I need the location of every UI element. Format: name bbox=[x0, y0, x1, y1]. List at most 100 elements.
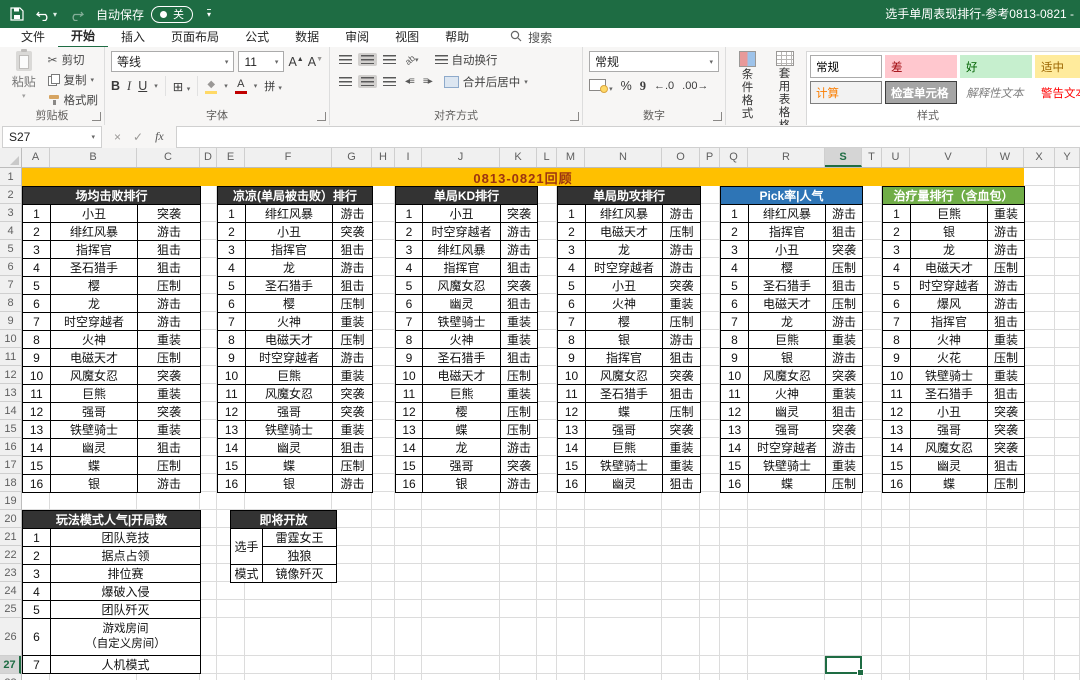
increase-decimal-button[interactable]: ←.0 bbox=[654, 80, 674, 92]
player-cell[interactable]: 小丑 bbox=[910, 402, 988, 421]
class-cell[interactable]: 突袭 bbox=[499, 276, 539, 295]
column-header-H[interactable]: H bbox=[372, 148, 395, 167]
player-cell[interactable]: 指挥官 bbox=[748, 222, 826, 241]
column-header-C[interactable]: C bbox=[137, 148, 200, 167]
player-cell[interactable]: 银 bbox=[748, 348, 826, 367]
rank-cell[interactable]: 15 bbox=[557, 456, 586, 475]
rank-cell[interactable]: 10 bbox=[557, 366, 586, 385]
class-cell[interactable]: 压制 bbox=[986, 348, 1026, 367]
menu-tab-6[interactable]: 审阅 bbox=[332, 28, 382, 47]
column-header-M[interactable]: M bbox=[557, 148, 585, 167]
player-cell[interactable]: 风魔女忍 bbox=[748, 366, 826, 385]
class-cell[interactable]: 游击 bbox=[331, 258, 374, 277]
format-painter-button[interactable]: 格式刷 bbox=[48, 91, 98, 108]
rank-cell[interactable]: 11 bbox=[557, 384, 586, 403]
align-top-button[interactable] bbox=[336, 53, 355, 66]
cells-area[interactable]: 0813-0821回顾 场均击败排行 1 小丑 突袭 2 绯红风暴 游击 3 指挥官 狙击 4 圣石猎手… bbox=[22, 168, 1080, 680]
row-header-28[interactable]: 28 bbox=[0, 674, 21, 680]
class-cell[interactable]: 游击 bbox=[499, 222, 539, 241]
player-cell[interactable]: 幽灵 bbox=[585, 474, 663, 493]
row-header-2[interactable]: 2 bbox=[0, 186, 21, 204]
class-cell[interactable]: 压制 bbox=[986, 474, 1026, 493]
row-header-26[interactable]: 26 bbox=[0, 618, 21, 656]
italic-button[interactable]: I bbox=[127, 79, 131, 94]
class-cell[interactable]: 压制 bbox=[824, 294, 864, 313]
player-cell[interactable]: 火神 bbox=[585, 294, 663, 313]
upcoming-value-cell[interactable]: 独狼 bbox=[261, 546, 338, 565]
player-cell[interactable]: 电磁天才 bbox=[422, 366, 501, 385]
player-cell[interactable]: 时空穿越者 bbox=[910, 276, 988, 295]
row-header-21[interactable]: 21 bbox=[0, 528, 21, 546]
copy-button[interactable]: 复制 ▾ bbox=[47, 71, 99, 88]
class-cell[interactable]: 狙击 bbox=[824, 222, 864, 241]
row-header-3[interactable]: 3 bbox=[0, 204, 21, 222]
upcoming-value-cell[interactable]: 镜像歼灭 bbox=[261, 564, 338, 583]
font-color-button[interactable]: A bbox=[234, 78, 247, 94]
player-cell[interactable]: 火神 bbox=[245, 312, 333, 331]
class-cell[interactable]: 游击 bbox=[331, 204, 374, 223]
class-cell[interactable]: 狙击 bbox=[136, 240, 202, 259]
column-header-R[interactable]: R bbox=[748, 148, 825, 167]
player-cell[interactable]: 小丑 bbox=[245, 222, 333, 241]
search-box[interactable]: 搜索 bbox=[510, 29, 552, 46]
decrease-decimal-button[interactable]: .00→ bbox=[682, 80, 708, 92]
borders-button[interactable]: ⊞ ▾ bbox=[173, 79, 190, 94]
column-header-T[interactable]: T bbox=[862, 148, 882, 167]
rank-cell[interactable]: 6 bbox=[882, 294, 911, 313]
player-cell[interactable]: 指挥官 bbox=[585, 348, 663, 367]
player-cell[interactable]: 蝶 bbox=[910, 474, 988, 493]
column-header-E[interactable]: E bbox=[217, 148, 245, 167]
rank-cell[interactable]: 9 bbox=[882, 348, 911, 367]
rank-cell[interactable]: 4 bbox=[217, 258, 246, 277]
player-cell[interactable]: 强哥 bbox=[748, 420, 826, 439]
rank-cell[interactable]: 14 bbox=[882, 438, 911, 457]
player-cell[interactable]: 电磁天才 bbox=[50, 348, 138, 367]
class-cell[interactable]: 突袭 bbox=[499, 204, 539, 223]
class-cell[interactable]: 重装 bbox=[331, 312, 374, 331]
class-cell[interactable]: 压制 bbox=[661, 312, 702, 331]
player-cell[interactable]: 指挥官 bbox=[422, 258, 501, 277]
class-cell[interactable]: 游击 bbox=[661, 258, 702, 277]
class-cell[interactable]: 压制 bbox=[331, 294, 374, 313]
player-cell[interactable]: 强哥 bbox=[910, 420, 988, 439]
class-cell[interactable]: 突袭 bbox=[824, 366, 864, 385]
merge-center-button[interactable]: 合并后居中 ▾ bbox=[443, 73, 528, 90]
player-cell[interactable]: 强哥 bbox=[422, 456, 501, 475]
column-header-F[interactable]: F bbox=[245, 148, 332, 167]
class-cell[interactable]: 重装 bbox=[824, 330, 864, 349]
player-cell[interactable]: 铁壁骑士 bbox=[50, 420, 138, 439]
player-cell[interactable]: 指挥官 bbox=[245, 240, 333, 259]
align-left-button[interactable] bbox=[336, 75, 355, 88]
rank-cell[interactable]: 1 bbox=[22, 204, 51, 223]
row-header-12[interactable]: 12 bbox=[0, 366, 21, 384]
style-cell[interactable]: 好 bbox=[960, 55, 1033, 78]
formula-input[interactable] bbox=[175, 125, 1080, 148]
class-cell[interactable]: 游击 bbox=[331, 348, 374, 367]
player-cell[interactable]: 蝶 bbox=[585, 402, 663, 421]
rank-cell[interactable]: 5 bbox=[720, 276, 749, 295]
row-header-20[interactable]: 20 bbox=[0, 510, 21, 528]
player-cell[interactable]: 火神 bbox=[422, 330, 501, 349]
rank-cell[interactable]: 3 bbox=[557, 240, 586, 259]
class-cell[interactable]: 压制 bbox=[661, 222, 702, 241]
class-cell[interactable]: 游击 bbox=[499, 474, 539, 493]
player-cell[interactable]: 银 bbox=[585, 330, 663, 349]
phonetic-button[interactable]: 拼 ▾ bbox=[264, 78, 282, 94]
rank-cell[interactable]: 11 bbox=[217, 384, 246, 403]
class-cell[interactable]: 重装 bbox=[986, 330, 1026, 349]
rank-cell[interactable]: 3 bbox=[22, 240, 51, 259]
upcoming-value-cell[interactable]: 雷霆女王 bbox=[261, 528, 338, 547]
player-cell[interactable]: 风魔女忍 bbox=[50, 366, 138, 385]
column-header-V[interactable]: V bbox=[910, 148, 987, 167]
rank-cell[interactable]: 16 bbox=[217, 474, 246, 493]
class-cell[interactable]: 突袭 bbox=[499, 456, 539, 475]
class-cell[interactable]: 重装 bbox=[824, 384, 864, 403]
class-cell[interactable]: 游击 bbox=[661, 240, 702, 259]
class-cell[interactable]: 突袭 bbox=[824, 240, 864, 259]
rank-cell[interactable]: 8 bbox=[882, 330, 911, 349]
rank-cell[interactable]: 8 bbox=[395, 330, 423, 349]
class-cell[interactable]: 狙击 bbox=[136, 258, 202, 277]
name-box[interactable]: S27 ▾ bbox=[2, 125, 102, 148]
rank-cell[interactable]: 8 bbox=[217, 330, 246, 349]
rank-cell[interactable]: 3 bbox=[882, 240, 911, 259]
